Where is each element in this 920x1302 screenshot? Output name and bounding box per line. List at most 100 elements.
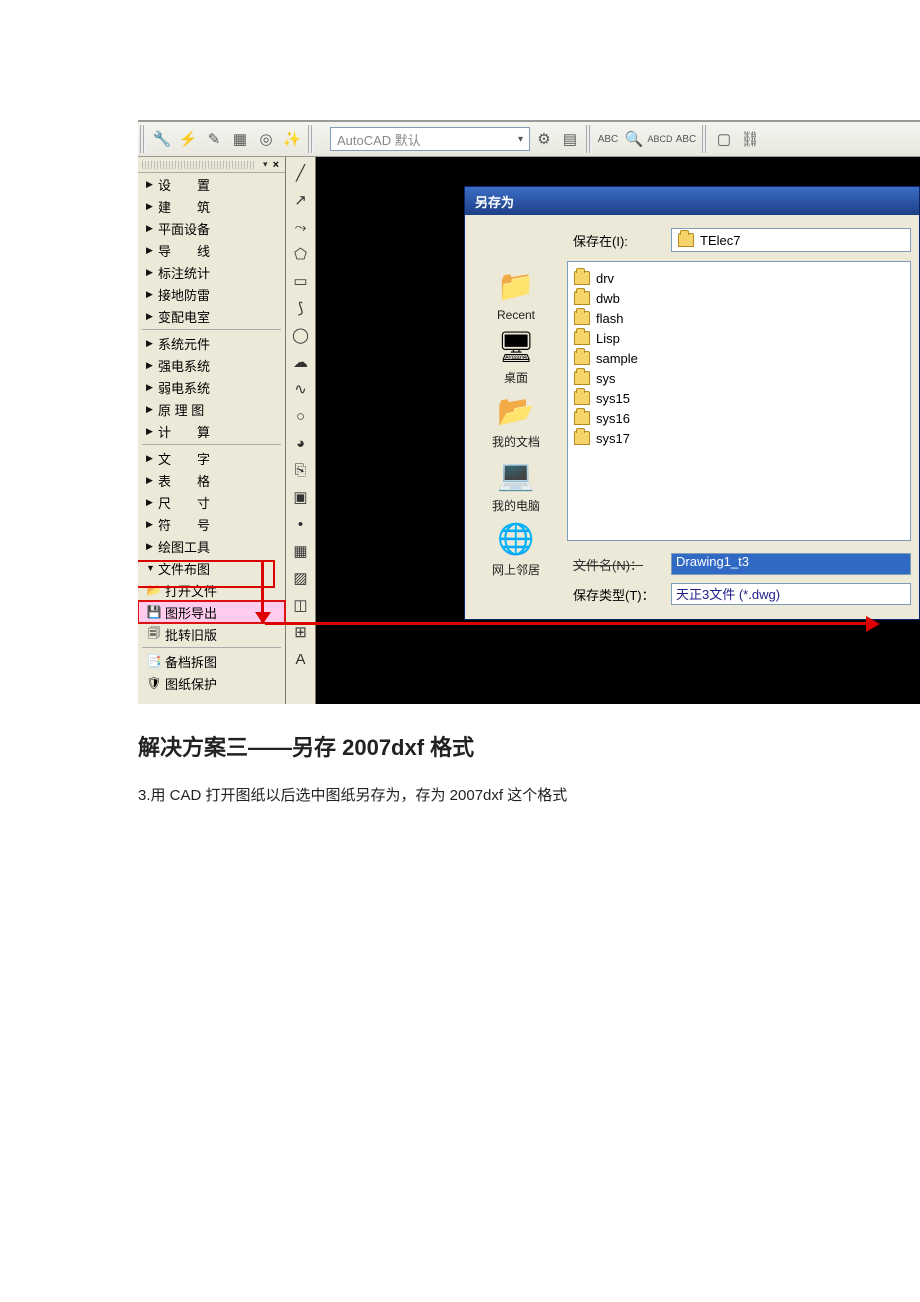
triangle-right-icon: ▶ — [146, 404, 158, 415]
tree-item[interactable]: ▶计 算 — [138, 420, 285, 442]
panel-header: ▾ × — [138, 157, 285, 173]
folder-item[interactable]: sys — [574, 368, 714, 388]
place-network[interactable]: 🌐网上邻居 — [471, 520, 561, 578]
revcloud-icon[interactable]: ☁ — [289, 350, 313, 374]
polygon-icon[interactable]: ⬠ — [289, 242, 313, 266]
triangle-right-icon: ▶ — [146, 223, 158, 234]
tree-item[interactable]: ▶强电系统 — [138, 354, 285, 376]
layer-prev-icon[interactable]: ▤ — [558, 127, 582, 151]
triangle-right-icon: ▶ — [146, 179, 158, 190]
layer-mgr-icon[interactable]: ⚙ — [532, 127, 556, 151]
insert-icon[interactable]: ⎘ — [289, 458, 313, 482]
folder-icon — [574, 371, 590, 385]
tree-item[interactable]: ▶文 字 — [138, 447, 285, 469]
tree-item[interactable]: ▶符 号 — [138, 513, 285, 535]
place-mydocs[interactable]: 📂我的文档 — [471, 392, 561, 450]
brush-icon[interactable]: ✎ — [202, 127, 226, 151]
tree-label: 标注统计 — [158, 263, 210, 282]
polyline-icon[interactable]: ⤳ — [289, 215, 313, 239]
text-icon[interactable]: A — [289, 647, 313, 671]
tree-item[interactable]: ▶设 置 — [138, 173, 285, 195]
place-mypc[interactable]: 💻我的电脑 — [471, 456, 561, 514]
abc2-icon[interactable]: ABC — [674, 127, 698, 151]
tree-archive[interactable]: 📑 备档拆图 — [138, 650, 285, 672]
tree-item[interactable]: ▶导 线 — [138, 239, 285, 261]
region-icon[interactable]: ◫ — [289, 593, 313, 617]
window-icon[interactable]: ▢ — [712, 127, 736, 151]
tree-label: 设 置 — [158, 175, 210, 194]
red-arrow-head — [866, 616, 880, 632]
wand-icon[interactable]: ✨ — [280, 127, 304, 151]
folder-item[interactable]: sample — [574, 348, 714, 368]
spline-icon[interactable]: ∿ — [289, 377, 313, 401]
tree-item[interactable]: ▶绘图工具 — [138, 535, 285, 557]
archive-icon: 📑 — [146, 653, 162, 669]
stack-icon[interactable]: ▦ — [228, 127, 252, 151]
save-in-dropdown[interactable]: TElec7 — [671, 228, 911, 252]
chevron-down-icon: ▾ — [518, 134, 523, 145]
triangle-right-icon: ▶ — [146, 289, 158, 300]
tree-label: 备档拆图 — [165, 652, 217, 671]
tree-label: 平面设备 — [158, 219, 210, 238]
tree-label: 批转旧版 — [165, 625, 217, 644]
folder-name: sys15 — [596, 391, 630, 406]
abcd-icon[interactable]: ABCD — [648, 127, 672, 151]
circle-icon[interactable]: ◯ — [289, 323, 313, 347]
arc-icon[interactable]: ⟆ — [289, 296, 313, 320]
close-icon[interactable]: × — [271, 159, 281, 171]
tree-item[interactable]: ▶弱电系统 — [138, 376, 285, 398]
tree-item[interactable]: ▶表 格 — [138, 469, 285, 491]
tree-item[interactable]: ▶建 筑 — [138, 195, 285, 217]
lightning-icon[interactable]: ⚡ — [176, 127, 200, 151]
filetype-dropdown[interactable]: 天正3文件 (*.dwg) — [671, 583, 911, 605]
folder-item[interactable]: sys15 — [574, 388, 714, 408]
folder-item[interactable]: drv — [574, 268, 714, 288]
globe-icon[interactable]: ◎ — [254, 127, 278, 151]
tool-icon[interactable]: 🔧 — [150, 127, 174, 151]
tree-batch[interactable]: 🗐 批转旧版 — [138, 623, 285, 645]
tree-protect[interactable]: 🛡 图纸保护 — [138, 672, 285, 694]
tree-label: 建 筑 — [158, 197, 210, 216]
folder-item[interactable]: flash — [574, 308, 714, 328]
panel-menu-icon[interactable]: ▾ — [260, 159, 271, 170]
ellipse-icon[interactable]: ○ — [289, 404, 313, 428]
red-highlight-box — [138, 562, 273, 586]
grip-icon — [140, 125, 146, 153]
tree-label: 接地防雷 — [158, 285, 210, 304]
filetype-label: 保存类型(T)： — [567, 585, 663, 604]
point-icon[interactable]: • — [289, 512, 313, 536]
tree-label: 文 字 — [158, 449, 210, 468]
folder-item[interactable]: sys17 — [574, 428, 714, 448]
line-icon[interactable]: ╱ — [289, 161, 313, 185]
gradient-icon[interactable]: ▨ — [289, 566, 313, 590]
layer-dropdown[interactable]: AutoCAD 默认 ▾ — [330, 127, 530, 151]
tree-item[interactable]: ▶接地防雷 — [138, 283, 285, 305]
file-list[interactable]: drvdwbflashLispsamplesys sys15 sys16 sys17 — [567, 261, 911, 541]
save-as-dialog: 另存为 📁Recent🖥桌面📂我的文档💻我的电脑🌐网上邻居 保存在(I): TE… — [464, 186, 920, 620]
tree-item[interactable]: ▶尺 寸 — [138, 491, 285, 513]
tree-item[interactable]: ▶系统元件 — [138, 332, 285, 354]
block-icon[interactable]: ▣ — [289, 485, 313, 509]
hatch-icon[interactable]: ▦ — [289, 539, 313, 563]
place-recent[interactable]: 📁Recent — [471, 267, 561, 322]
folder-item[interactable]: sys16 — [574, 408, 714, 428]
link-icon[interactable]: ⛓ — [738, 127, 762, 151]
tree-item[interactable]: ▶标注统计 — [138, 261, 285, 283]
ellipse-arc-icon[interactable]: ◕ — [289, 431, 313, 455]
place-label: 我的文档 — [492, 433, 540, 450]
tree-item[interactable]: ▶平面设备 — [138, 217, 285, 239]
folder-item[interactable]: Lisp — [574, 328, 714, 348]
tree-item[interactable]: ▶原 理 图 — [138, 398, 285, 420]
filename-input[interactable]: Drawing1_t3 — [671, 553, 911, 575]
abc-icon[interactable]: ABC — [596, 127, 620, 151]
tree-item[interactable]: ▶变配电室 — [138, 305, 285, 327]
folder-item[interactable]: dwb — [574, 288, 714, 308]
tree-label: 图纸保护 — [165, 674, 217, 693]
dialog-titlebar: 另存为 — [465, 187, 919, 215]
folder-name: sys16 — [596, 411, 630, 426]
recent-icon: 📁 — [494, 267, 538, 305]
rect-icon[interactable]: ▭ — [289, 269, 313, 293]
find-icon[interactable]: 🔍 — [622, 127, 646, 151]
place-desktop[interactable]: 🖥桌面 — [471, 328, 561, 386]
ray-icon[interactable]: ↗ — [289, 188, 313, 212]
